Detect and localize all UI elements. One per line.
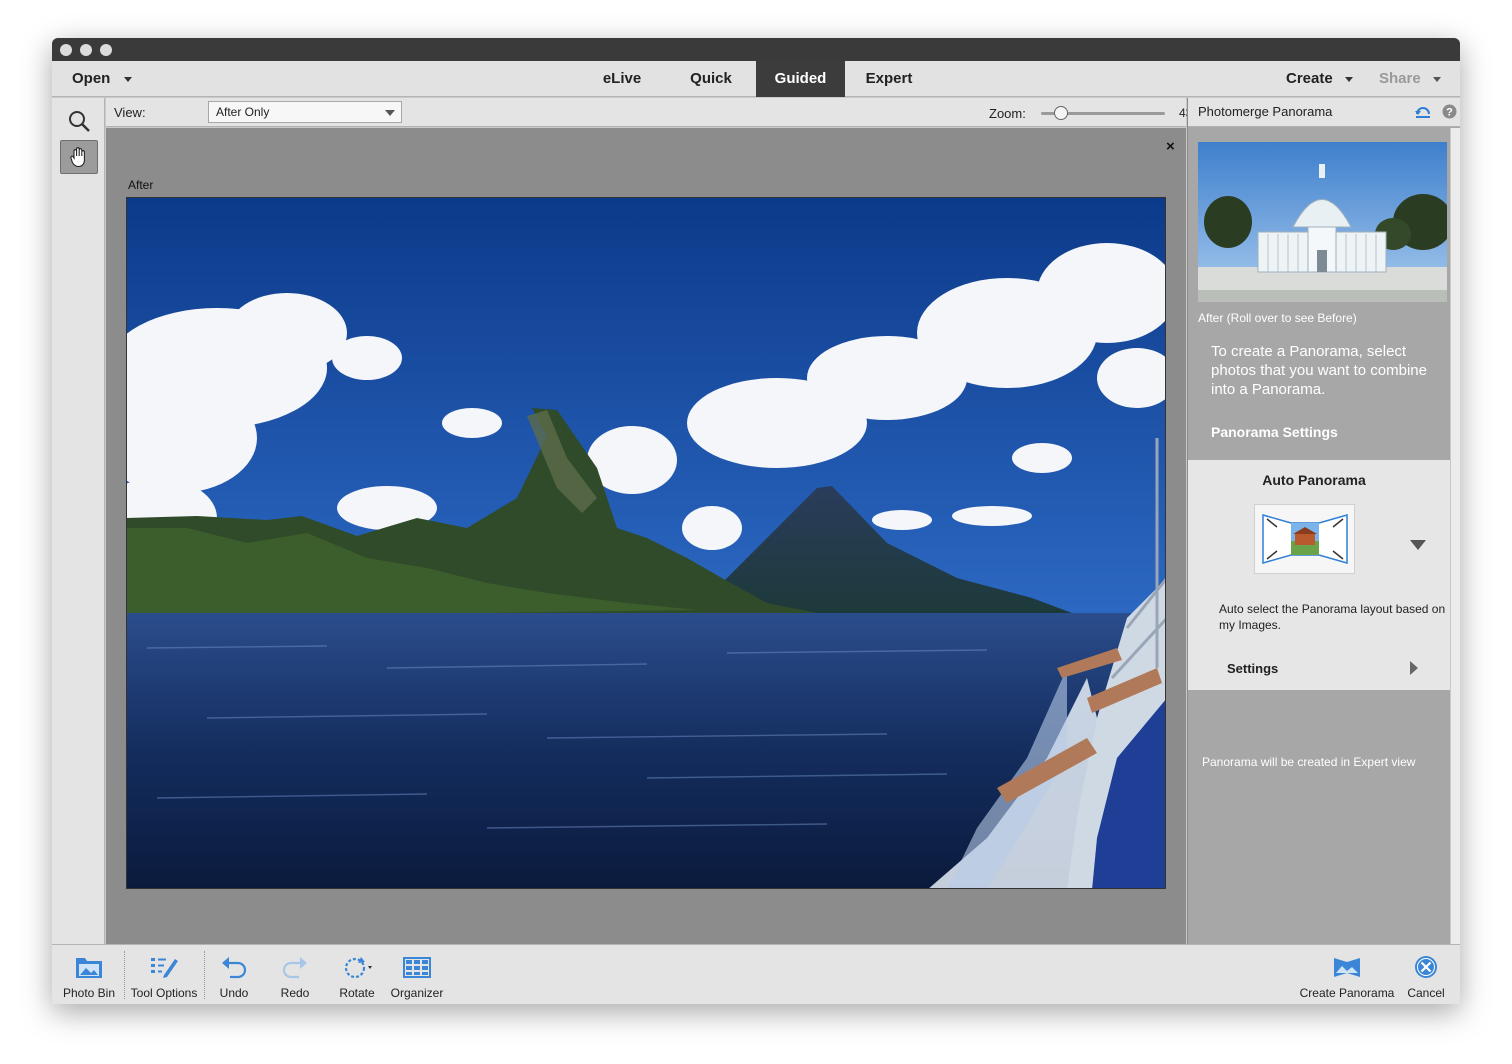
zoom-tool[interactable] — [60, 104, 98, 138]
redo-button[interactable]: Redo — [271, 945, 319, 1004]
chevron-down-icon — [385, 110, 395, 116]
tool-options-label: Tool Options — [130, 986, 198, 1000]
create-menu[interactable]: Create — [1286, 61, 1353, 97]
instructions-text: To create a Panorama, select photos that… — [1211, 343, 1427, 398]
view-select[interactable]: After Only — [208, 101, 402, 123]
close-window-button[interactable] — [60, 44, 72, 56]
share-menu-label: Share — [1379, 70, 1421, 87]
zoom-slider-handle[interactable] — [1054, 106, 1068, 120]
view-label: View: — [114, 105, 146, 120]
redo-label: Redo — [280, 986, 310, 1000]
organizer-icon — [403, 957, 431, 978]
undo-icon — [222, 957, 247, 979]
main-photo — [126, 197, 1166, 889]
undo-button[interactable]: Undo — [210, 945, 258, 1004]
cancel-button[interactable]: Cancel — [1402, 945, 1450, 1004]
zoom-icon — [69, 111, 90, 132]
conservatory-image — [1198, 142, 1447, 302]
toolbox — [52, 98, 105, 944]
rotate-button[interactable]: Rotate — [332, 945, 382, 1004]
chevron-right-icon[interactable] — [1410, 661, 1418, 675]
before-after-thumbnail[interactable] — [1198, 142, 1447, 302]
undo-label: Undo — [219, 986, 249, 1000]
share-menu[interactable]: Share — [1379, 61, 1441, 97]
create-panorama-label: Create Panorama — [1299, 986, 1395, 1000]
help-icon[interactable]: ? — [1442, 104, 1457, 119]
cancel-icon — [1415, 956, 1437, 978]
view-select-value: After Only — [216, 105, 270, 119]
tab-expert[interactable]: Expert — [845, 61, 933, 97]
tab-elive[interactable]: eLive — [578, 61, 666, 97]
menu-bar: Open eLive Quick Guided Expert Create Sh… — [52, 61, 1460, 97]
panorama-settings-heading: Panorama Settings — [1211, 424, 1338, 440]
after-label: After — [128, 178, 154, 192]
tab-quick[interactable]: Quick — [667, 61, 755, 97]
rotate-label: Rotate — [339, 986, 375, 1000]
zoom-window-button[interactable] — [100, 44, 112, 56]
layout-title: Auto Panorama — [1262, 472, 1366, 488]
cancel-label: Cancel — [1407, 986, 1445, 1000]
tool-options-icon — [151, 958, 178, 978]
chevron-down-icon — [124, 76, 133, 82]
hand-tool[interactable] — [60, 140, 98, 174]
photo-bin-label: Photo Bin — [62, 986, 116, 1000]
photo-bin-icon — [76, 958, 102, 978]
create-panorama-button[interactable]: Create Panorama — [1295, 945, 1399, 1004]
bottom-bar: Photo Bin Tool Options Undo Redo Rotate … — [52, 944, 1460, 1004]
layout-description: Auto select the Panorama layout based on… — [1219, 602, 1446, 632]
auto-panorama-icon — [1262, 514, 1348, 564]
create-menu-label: Create — [1286, 70, 1333, 87]
guided-panel: Photomerge Panorama ? After (Roll over t… — [1187, 98, 1460, 944]
app-window: Open eLive Quick Guided Expert Create Sh… — [52, 38, 1460, 1004]
organizer-button[interactable]: Organizer — [388, 945, 446, 1004]
tab-guided[interactable]: Guided — [756, 61, 845, 97]
chevron-down-icon — [1432, 76, 1441, 82]
footer-note: Panorama will be created in Expert view — [1202, 755, 1416, 769]
panel-scrollbar[interactable] — [1450, 128, 1460, 944]
panorama-image — [127, 198, 1165, 888]
layout-dropdown-icon[interactable] — [1410, 540, 1426, 550]
canvas-area: × After — [106, 128, 1186, 944]
rotate-icon — [344, 957, 372, 979]
zoom-label: Zoom: — [989, 106, 1026, 121]
auto-panorama-layout-button[interactable] — [1254, 504, 1355, 574]
organizer-label: Organizer — [390, 986, 444, 1000]
redo-icon — [282, 957, 307, 979]
tool-options-button[interactable]: Tool Options — [126, 945, 202, 1004]
panel-title: Photomerge Panorama — [1198, 104, 1333, 119]
open-menu-label: Open — [72, 70, 111, 87]
open-menu[interactable]: Open — [72, 61, 133, 97]
tool-options-bar: View: After Only Zoom: 43% — [106, 98, 1203, 127]
separator — [124, 951, 125, 999]
thumbnail-caption: After (Roll over to see Before) — [1198, 311, 1357, 325]
reset-icon[interactable] — [1414, 104, 1432, 120]
title-bar — [52, 38, 1460, 61]
hand-icon — [70, 147, 85, 168]
photo-bin-button[interactable]: Photo Bin — [58, 945, 120, 1004]
create-panorama-icon — [1334, 958, 1360, 977]
layout-section: Auto Panorama Auto select the Panorama l… — [1188, 460, 1450, 690]
separator — [204, 951, 205, 999]
panel-header: Photomerge Panorama ? — [1188, 98, 1460, 127]
close-icon[interactable]: × — [1166, 138, 1175, 155]
svg-text:?: ? — [1446, 107, 1453, 119]
minimize-window-button[interactable] — [80, 44, 92, 56]
chevron-down-icon — [1344, 76, 1353, 82]
settings-expander-label[interactable]: Settings — [1227, 661, 1278, 676]
